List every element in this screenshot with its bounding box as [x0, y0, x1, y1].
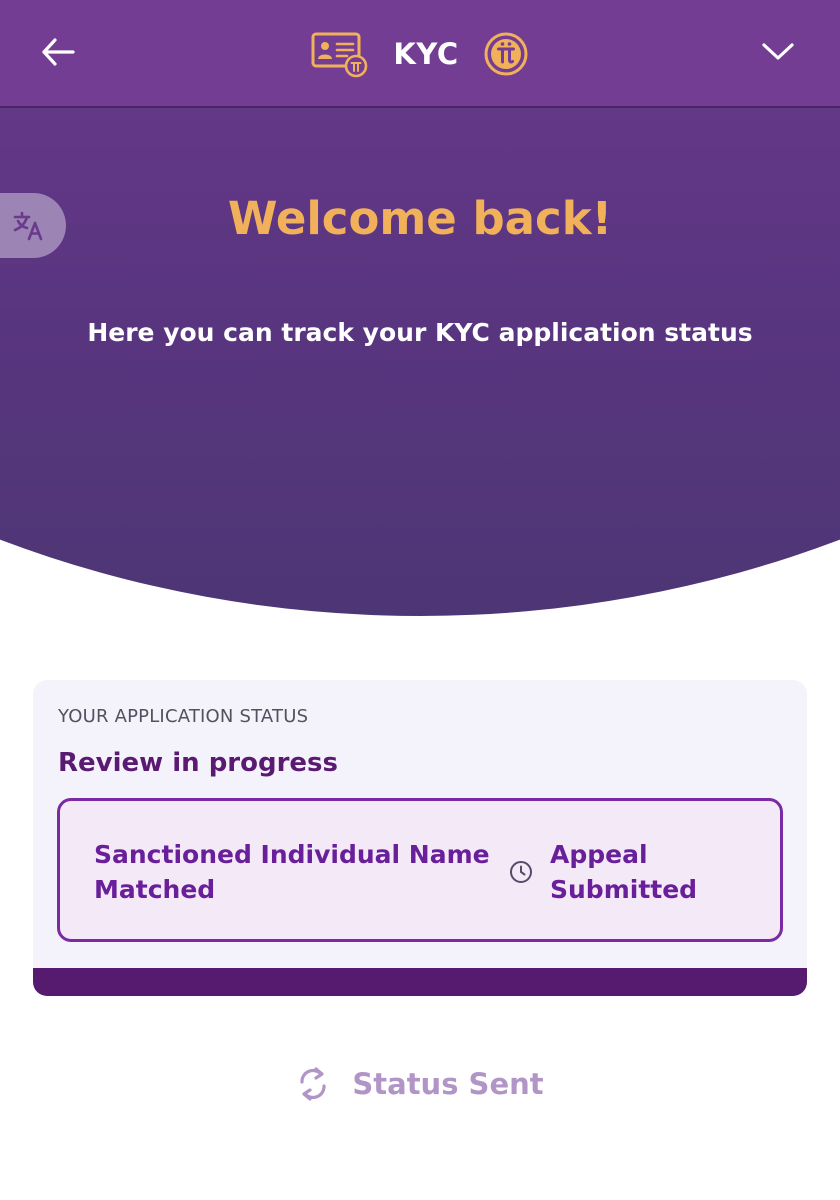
status-sent-label: Status Sent [352, 1067, 544, 1101]
app-header: KYC [0, 0, 840, 108]
status-card-footer [33, 968, 807, 996]
appeal-status: Appeal Submitted [550, 840, 698, 904]
translate-button[interactable] [0, 193, 66, 258]
status-sent-button[interactable]: Status Sent [0, 1062, 840, 1106]
status-detail-box: Sanctioned Individual Name Matched Appea… [57, 798, 783, 942]
status-card-label: YOUR APPLICATION STATUS [58, 706, 309, 727]
application-status-card: YOUR APPLICATION STATUS Review in progre… [33, 680, 807, 996]
header-title: KYC [393, 37, 459, 71]
welcome-heading: Welcome back! [227, 192, 613, 245]
header-title-group: KYC [0, 26, 840, 82]
refresh-icon [300, 1067, 326, 1101]
menu-dropdown-button[interactable] [756, 30, 800, 74]
status-reason: Sanctioned Individual Name Matched [94, 840, 490, 904]
id-card-icon [311, 32, 368, 78]
pi-logo-icon [484, 32, 528, 76]
chevron-down-icon [762, 43, 794, 60]
hero-subtitle: Here you can track your KYC application … [87, 318, 753, 347]
status-value: Review in progress [58, 748, 339, 778]
translate-icon [13, 211, 43, 240]
clock-icon [508, 859, 534, 885]
